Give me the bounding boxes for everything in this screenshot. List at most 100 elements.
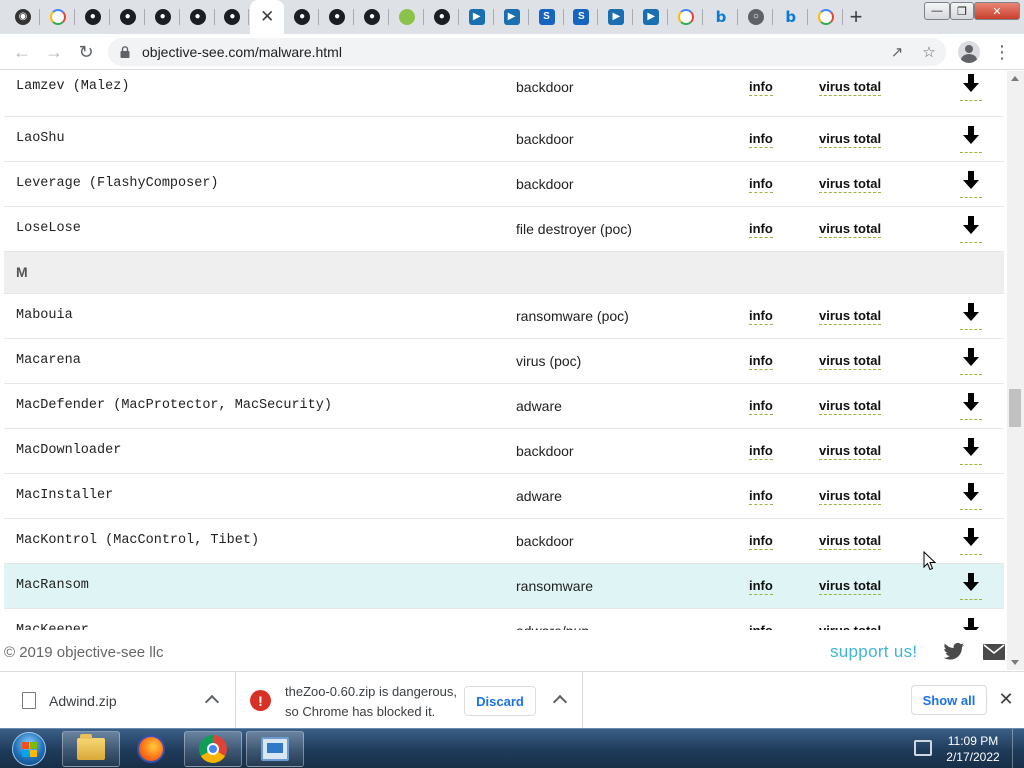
download-arrow-icon[interactable] <box>960 572 982 600</box>
reload-button[interactable]: ↻ <box>74 40 98 64</box>
virus-total-link[interactable]: virus total <box>819 577 882 595</box>
google-icon <box>817 9 834 25</box>
show-all-button[interactable]: Show all <box>911 685 987 715</box>
browser-tab[interactable]: ▶ <box>634 0 669 34</box>
info-link[interactable]: info <box>749 175 773 193</box>
download-arrow-icon[interactable] <box>960 302 982 330</box>
bookmark-star-icon[interactable]: ☆ <box>920 43 938 61</box>
start-button[interactable] <box>2 730 56 768</box>
discard-button[interactable]: Discard <box>464 686 536 716</box>
virus-total-link[interactable]: virus total <box>819 130 882 148</box>
download-arrow-icon[interactable] <box>960 170 982 198</box>
taskbar-explorer[interactable] <box>62 731 120 767</box>
taskbar-chrome[interactable] <box>184 731 242 767</box>
download-filename[interactable]: Adwind.zip <box>49 693 117 709</box>
browser-tab[interactable] <box>390 0 424 34</box>
window-close-button[interactable]: ✕ <box>974 2 1020 20</box>
virus-total-link[interactable]: virus total <box>819 487 882 505</box>
profile-avatar[interactable] <box>958 41 980 63</box>
info-link[interactable]: info <box>749 622 773 630</box>
browser-tab[interactable]: ● <box>181 0 215 34</box>
back-button[interactable]: ← <box>10 40 34 64</box>
virus-total-link[interactable]: virus total <box>819 175 882 193</box>
virus-total-link[interactable]: virus total <box>819 622 882 630</box>
info-link[interactable]: info <box>749 220 773 238</box>
section-letter: M <box>4 250 1004 293</box>
support-us-link[interactable]: support us! <box>830 642 917 662</box>
download-arrow-icon[interactable] <box>960 617 982 630</box>
browser-tab[interactable]: ● <box>146 0 180 34</box>
url-text[interactable]: objective-see.com/malware.html <box>142 44 342 60</box>
minimize-button[interactable]: — <box>924 2 950 20</box>
download-arrow-icon[interactable] <box>960 73 982 101</box>
info-link[interactable]: info <box>749 130 773 148</box>
browser-tab[interactable]: b <box>704 0 738 34</box>
download-arrow-icon[interactable] <box>960 437 982 465</box>
info-link[interactable]: info <box>749 532 773 550</box>
browser-tab[interactable]: S <box>530 0 564 34</box>
browser-tab[interactable]: ○ <box>739 0 773 34</box>
virus-total-link[interactable]: virus total <box>819 532 882 550</box>
browser-tab[interactable]: ● <box>76 0 110 34</box>
download-arrow-icon[interactable] <box>960 215 982 243</box>
maximize-button[interactable]: ❐ <box>950 2 974 20</box>
download-arrow-icon[interactable] <box>960 527 982 555</box>
info-link[interactable]: info <box>749 442 773 460</box>
browser-tab[interactable]: b <box>774 0 808 34</box>
close-icon[interactable]: ✕ <box>996 688 1016 710</box>
browser-tab[interactable]: ▶ <box>460 0 494 34</box>
taskbar-remote-desktop[interactable] <box>246 731 304 767</box>
virus-total-link[interactable]: virus total <box>819 307 882 325</box>
menu-icon[interactable]: ⋮ <box>992 41 1012 63</box>
browser-tab[interactable]: ● <box>425 0 459 34</box>
info-link[interactable]: info <box>749 397 773 415</box>
virus-total-link[interactable]: virus total <box>819 442 882 460</box>
mail-icon[interactable] <box>983 644 1005 660</box>
browser-tab[interactable]: ● <box>111 0 145 34</box>
lock-icon[interactable] <box>120 46 130 58</box>
twitter-icon[interactable] <box>943 642 965 662</box>
show-desktop-button[interactable] <box>1012 729 1024 768</box>
virus-total-link[interactable]: virus total <box>819 78 882 96</box>
virus-total-link[interactable]: virus total <box>819 397 882 415</box>
taskbar-firefox[interactable] <box>122 731 180 767</box>
browser-tab[interactable]: ● <box>355 0 389 34</box>
browser-tab[interactable]: ◉ <box>6 0 40 34</box>
new-tab-button[interactable]: + <box>843 4 869 29</box>
address-bar[interactable]: objective-see.com/malware.html ↗ ☆ <box>108 38 946 66</box>
forward-button[interactable]: → <box>42 40 66 64</box>
browser-tab[interactable] <box>809 0 843 34</box>
close-icon[interactable]: ✕ <box>260 7 274 27</box>
browser-tab[interactable] <box>41 0 75 34</box>
chevron-up-icon[interactable] <box>552 694 568 710</box>
scroll-down-arrow[interactable] <box>1011 660 1019 665</box>
info-link[interactable]: info <box>749 352 773 370</box>
browser-tab[interactable] <box>669 0 704 34</box>
browser-tab[interactable]: ● <box>215 0 250 34</box>
chevron-up-icon[interactable] <box>204 694 220 710</box>
virus-total-link[interactable]: virus total <box>819 352 882 370</box>
action-center-icon[interactable] <box>914 740 932 756</box>
browser-tab[interactable]: ● <box>320 0 355 34</box>
download-item-thezoo[interactable]: ! theZoo-0.60.zip is dangerous, so Chrom… <box>237 672 583 728</box>
info-link[interactable]: info <box>749 487 773 505</box>
vertical-scrollbar[interactable] <box>1007 71 1024 670</box>
download-arrow-icon[interactable] <box>960 482 982 510</box>
browser-tab[interactable]: ✕ <box>250 0 285 34</box>
browser-tab[interactable]: ▶ <box>495 0 529 34</box>
share-icon[interactable]: ↗ <box>888 43 906 61</box>
virus-total-link[interactable]: virus total <box>819 220 882 238</box>
download-arrow-icon[interactable] <box>960 392 982 420</box>
info-link[interactable]: info <box>749 78 773 96</box>
info-link[interactable]: info <box>749 307 773 325</box>
download-arrow-icon[interactable] <box>960 347 982 375</box>
browser-tab[interactable]: S <box>564 0 599 34</box>
browser-tab[interactable]: ▶ <box>599 0 634 34</box>
download-item-adwind[interactable]: Adwind.zip <box>0 672 236 728</box>
download-arrow-icon[interactable] <box>960 125 982 153</box>
scroll-up-arrow[interactable] <box>1011 76 1019 81</box>
system-clock[interactable]: 11:09 PM 2/17/2022 <box>940 733 1006 765</box>
scrollbar-thumb[interactable] <box>1009 389 1021 427</box>
browser-tab[interactable]: ● <box>285 0 320 34</box>
info-link[interactable]: info <box>749 577 773 595</box>
